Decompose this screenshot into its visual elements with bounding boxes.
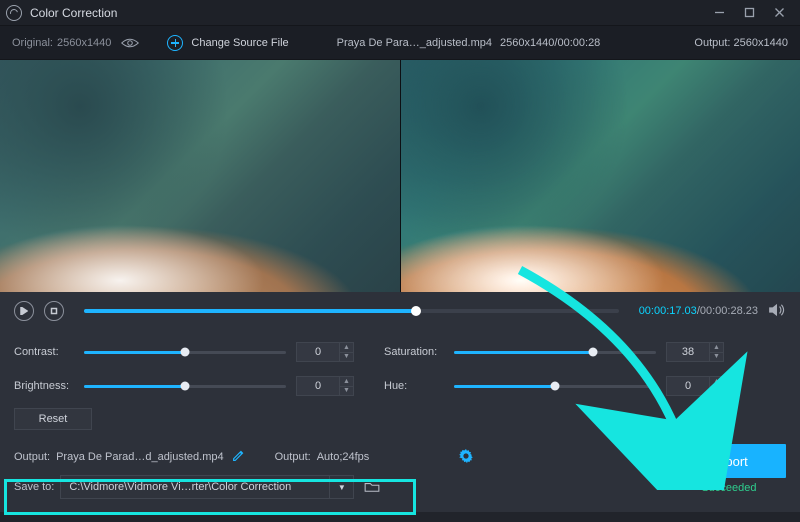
hue-step-up[interactable]: ▲ bbox=[710, 377, 723, 387]
preview-toggle-icon[interactable] bbox=[121, 37, 139, 49]
hue-input[interactable] bbox=[666, 376, 710, 396]
reset-button[interactable]: Reset bbox=[14, 408, 92, 430]
source-res-duration: 2560x1440/00:00:28 bbox=[500, 37, 600, 49]
contrast-step-down[interactable]: ▼ bbox=[340, 353, 353, 362]
saturation-slider[interactable] bbox=[454, 351, 656, 354]
stop-button[interactable] bbox=[44, 301, 64, 321]
maximize-button[interactable] bbox=[734, 0, 764, 26]
output-resolution: Output: 2560x1440 bbox=[694, 37, 788, 49]
contrast-control: Contrast: ▲▼ bbox=[14, 342, 354, 362]
play-button[interactable] bbox=[14, 301, 34, 321]
output-fmt-label: Output: bbox=[275, 451, 311, 463]
save-path-dropdown[interactable]: ▼ bbox=[330, 475, 354, 499]
save-to-label: Save to: bbox=[14, 481, 54, 493]
brightness-step-up[interactable]: ▲ bbox=[340, 377, 353, 387]
plus-circle-icon bbox=[167, 35, 183, 51]
current-time: 00:00:17.03 bbox=[639, 305, 697, 317]
app-logo-icon bbox=[6, 5, 22, 21]
preview-area bbox=[0, 60, 800, 292]
volume-icon[interactable] bbox=[768, 303, 786, 320]
source-filename: Praya De Para…_adjusted.mp4 bbox=[337, 37, 492, 49]
export-status: Succeeded bbox=[672, 482, 786, 494]
saturation-control: Saturation: ▲▼ bbox=[384, 342, 724, 362]
minimize-button[interactable] bbox=[704, 0, 734, 26]
contrast-label: Contrast: bbox=[14, 346, 74, 358]
color-correction-window: Color Correction Original: 2560x1440 Cha… bbox=[0, 0, 800, 522]
output-panel: Output: Praya De Parad…d_adjusted.mp4 Ou… bbox=[0, 434, 800, 512]
titlebar: Color Correction bbox=[0, 0, 800, 26]
settings-icon[interactable] bbox=[459, 449, 473, 466]
brightness-control: Brightness: ▲▼ bbox=[14, 376, 354, 396]
original-label: Original: bbox=[12, 37, 53, 49]
change-source-label: Change Source File bbox=[191, 37, 288, 49]
output-file-label: Output: bbox=[14, 451, 50, 463]
rename-icon[interactable] bbox=[232, 449, 245, 465]
brightness-input[interactable] bbox=[296, 376, 340, 396]
saturation-step-up[interactable]: ▲ bbox=[710, 343, 723, 353]
hue-label: Hue: bbox=[384, 380, 444, 392]
change-source-button[interactable]: Change Source File bbox=[167, 35, 288, 51]
source-info-bar: Original: 2560x1440 Change Source File P… bbox=[0, 26, 800, 60]
time-display: 00:00:17.03/00:00:28.23 bbox=[639, 305, 758, 317]
hue-step-down[interactable]: ▼ bbox=[710, 387, 723, 396]
original-resolution: 2560x1440 bbox=[57, 37, 111, 49]
brightness-step-down[interactable]: ▼ bbox=[340, 387, 353, 396]
seek-slider[interactable] bbox=[84, 309, 619, 313]
open-folder-icon[interactable] bbox=[360, 475, 384, 499]
saturation-step-down[interactable]: ▼ bbox=[710, 353, 723, 362]
playback-controls: 00:00:17.03/00:00:28.23 bbox=[0, 292, 800, 330]
output-fmt-value: Auto;24fps bbox=[317, 451, 370, 463]
brightness-slider[interactable] bbox=[84, 385, 286, 388]
saturation-label: Saturation: bbox=[384, 346, 444, 358]
window-title: Color Correction bbox=[30, 6, 117, 20]
hue-control: Hue: ▲▼ bbox=[384, 376, 724, 396]
save-path-field[interactable]: C:\Vidmore\Vidmore Vi…rter\Color Correct… bbox=[60, 475, 330, 499]
brightness-label: Brightness: bbox=[14, 380, 74, 392]
saturation-input[interactable] bbox=[666, 342, 710, 362]
original-preview bbox=[0, 60, 400, 292]
contrast-input[interactable] bbox=[296, 342, 340, 362]
hue-slider[interactable] bbox=[454, 385, 656, 388]
output-file-name: Praya De Parad…d_adjusted.mp4 bbox=[56, 451, 224, 463]
close-button[interactable] bbox=[764, 0, 794, 26]
adjustment-panel: Contrast: ▲▼ Saturation: ▲▼ Brightness: bbox=[0, 330, 800, 434]
contrast-step-up[interactable]: ▲ bbox=[340, 343, 353, 353]
contrast-slider[interactable] bbox=[84, 351, 286, 354]
adjusted-preview bbox=[400, 60, 800, 292]
export-button[interactable]: Export bbox=[672, 444, 786, 478]
